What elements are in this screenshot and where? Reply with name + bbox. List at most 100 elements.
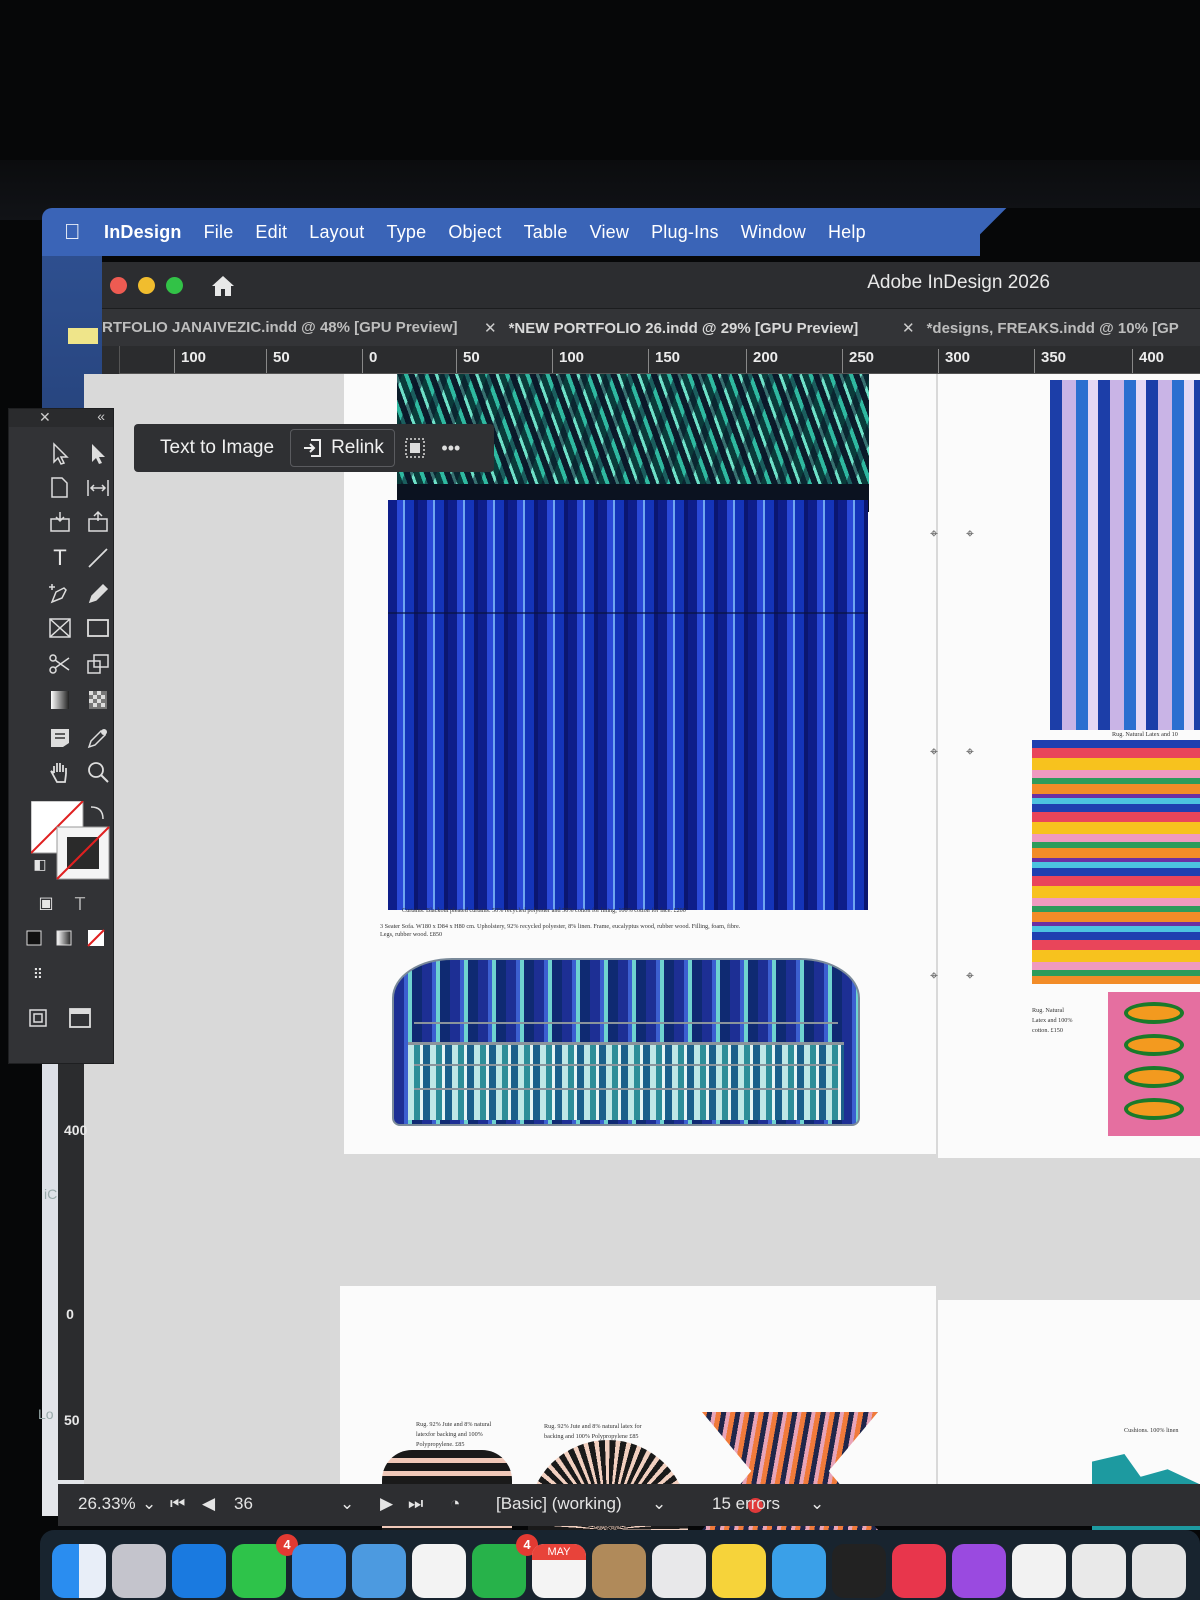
formatting-affects-container-icon[interactable]: ▣ [31, 889, 61, 919]
next-page-icon[interactable]: ▶ [380, 1494, 393, 1514]
tab-designs-freaks[interactable]: ✕ *designs, FREAKS.indd @ 10% [GP [902, 319, 1179, 337]
cushions-caption[interactable]: Cushions. 100% linen [1124, 1426, 1179, 1435]
direct-selection-tool-icon[interactable] [83, 439, 113, 469]
eyedropper-tool-icon[interactable] [83, 723, 113, 753]
app-icon[interactable] [1012, 1544, 1066, 1598]
screen-mode-icon[interactable]: ⠿ [23, 959, 53, 989]
content-placer-icon[interactable] [83, 507, 113, 537]
close-tab-icon[interactable]: ✕ [484, 320, 497, 337]
minimize-window-button[interactable] [138, 277, 155, 294]
rug-jute-caption-a-3[interactable]: Polypropylene. £85 [416, 1440, 464, 1449]
gradient-swatch-tool-icon[interactable] [45, 685, 75, 715]
notes-folder-icon[interactable] [592, 1544, 646, 1598]
freeform-icon[interactable] [772, 1544, 826, 1598]
apply-none-icon[interactable] [81, 923, 111, 953]
chevron-down-icon[interactable]: ⌄ [652, 1494, 666, 1514]
curtains-caption[interactable]: Curtains. Blackout pleated curtains. 50%… [402, 906, 686, 915]
rug-jute-caption-b-1[interactable]: Rug. 92% Jute and 8% natural latex for [544, 1422, 642, 1431]
rug-jute-caption-a-2[interactable]: latexfor backing and 100% [416, 1430, 483, 1439]
preflight-profile-icon[interactable]: ◔ [450, 1494, 460, 1514]
rectangle-frame-tool-icon[interactable] [45, 613, 75, 643]
vertical-ruler[interactable]: 400 0 50 [58, 1040, 87, 1480]
line-tool-icon[interactable] [83, 543, 113, 573]
reminders-icon[interactable] [652, 1544, 706, 1598]
zoom-window-button[interactable] [166, 277, 183, 294]
zoom-tool-icon[interactable] [83, 757, 113, 787]
selection-tool-icon[interactable] [45, 439, 75, 469]
chevron-down-icon[interactable]: ⌄ [340, 1494, 354, 1514]
launchpad-icon[interactable] [112, 1544, 166, 1598]
rug-latex-caption[interactable]: Rug. Natural Latex and 10 [1112, 730, 1178, 739]
rectangle-tool-icon[interactable] [83, 613, 113, 643]
formatting-affects-text-icon[interactable]: T [65, 889, 95, 919]
sofa-image[interactable] [392, 958, 860, 1126]
previous-page-icon[interactable]: ◀ [202, 1494, 215, 1514]
view-mode-icon[interactable] [23, 1003, 53, 1033]
menu-view[interactable]: View [590, 222, 630, 243]
apply-color-icon[interactable] [19, 923, 49, 953]
first-page-icon[interactable]: ⏮ [170, 1494, 185, 1514]
free-transform-tool-icon[interactable] [83, 649, 113, 679]
safari-icon[interactable] [172, 1544, 226, 1598]
chevron-down-icon[interactable]: ⌄ [810, 1494, 824, 1514]
menu-app-name[interactable]: InDesign [104, 222, 182, 243]
apple-icon[interactable]:  [64, 221, 86, 243]
rug-natural-caption-2[interactable]: Latex and 100% [1032, 1016, 1073, 1025]
rug-jute-caption-b-2[interactable]: backing and 100% Polypropylene £85 [544, 1432, 639, 1441]
pencil-tool-icon[interactable] [83, 579, 113, 609]
collapse-panel-icon[interactable]: « [97, 408, 105, 424]
menu-edit[interactable]: Edit [255, 222, 287, 243]
preflight-errors[interactable]: 15 errors [712, 1494, 780, 1514]
apply-gradient-icon[interactable] [49, 923, 79, 953]
frame-center-icon[interactable]: ⌖ [966, 744, 980, 758]
menu-table[interactable]: Table [524, 222, 568, 243]
horizontal-ruler[interactable]: 100 50 0 50 100 150 200 250 300 350 400 [120, 346, 1200, 374]
frame-center-icon[interactable]: ⌖ [930, 968, 944, 982]
rug-natural-caption-3[interactable]: cotton. £150 [1032, 1026, 1063, 1035]
menu-window[interactable]: Window [741, 222, 806, 243]
chevron-down-icon[interactable]: ⌄ [142, 1494, 156, 1514]
calendar-icon[interactable]: MAY [532, 1544, 586, 1598]
page-number-field[interactable]: 36 [234, 1494, 253, 1514]
scissors-tool-icon[interactable] [45, 649, 75, 679]
terminal-icon[interactable] [832, 1544, 886, 1598]
rug-blue-lilac-image[interactable] [1050, 380, 1200, 730]
striped-rug-image[interactable] [1032, 740, 1200, 984]
close-panel-icon[interactable]: ✕ [39, 409, 51, 426]
zoom-level[interactable]: 26.33% [78, 1494, 136, 1514]
close-tab-icon[interactable]: ✕ [902, 320, 915, 337]
default-fill-stroke-icon[interactable]: ◧ [25, 849, 55, 879]
menu-type[interactable]: Type [387, 222, 427, 243]
home-icon[interactable] [210, 274, 236, 298]
preflight-profile[interactable]: [Basic] (working) [496, 1494, 622, 1514]
fit-frame-icon[interactable] [401, 434, 429, 462]
notes-icon[interactable] [712, 1544, 766, 1598]
close-window-button[interactable] [110, 277, 127, 294]
tab-new-portfolio-26[interactable]: ✕ *NEW PORTFOLIO 26.indd @ 29% [GPU Previ… [484, 319, 858, 337]
frame-center-icon[interactable]: ⌖ [966, 526, 980, 540]
music-icon[interactable] [892, 1544, 946, 1598]
tab-portfolio-janaivezic[interactable]: RTFOLIO JANAIVEZIC.indd @ 48% [GPU Previ… [102, 319, 458, 336]
more-options-button[interactable]: ••• [437, 434, 465, 462]
rug-natural-caption-1[interactable]: Rug. Natural [1032, 1006, 1064, 1015]
note-tool-icon[interactable] [45, 723, 75, 753]
podcasts-icon[interactable] [952, 1544, 1006, 1598]
text-to-image-button[interactable]: Text to Image [150, 429, 284, 467]
type-tool-icon[interactable]: T [45, 543, 75, 573]
curtain-image[interactable] [388, 500, 868, 910]
last-page-icon[interactable]: ⏭ [408, 1494, 423, 1514]
normal-screen-mode-icon[interactable] [65, 1003, 95, 1033]
frame-center-icon[interactable]: ⌖ [930, 526, 944, 540]
ruler-origin[interactable] [102, 346, 120, 374]
menu-help[interactable]: Help [828, 222, 866, 243]
sofa-caption-line-2[interactable]: Legs, rubber wood. £850 [380, 930, 442, 939]
frame-center-icon[interactable]: ⌖ [966, 968, 980, 982]
desktop-folder-icon[interactable] [68, 328, 98, 344]
content-collector-icon[interactable] [45, 507, 75, 537]
app-icon[interactable] [1072, 1544, 1126, 1598]
pink-pattern-image[interactable] [1108, 992, 1200, 1136]
finder-icon[interactable] [52, 1544, 106, 1598]
frame-center-icon[interactable]: ⌖ [930, 744, 944, 758]
hand-tool-icon[interactable] [45, 757, 75, 787]
page-tool-icon[interactable] [45, 473, 75, 503]
